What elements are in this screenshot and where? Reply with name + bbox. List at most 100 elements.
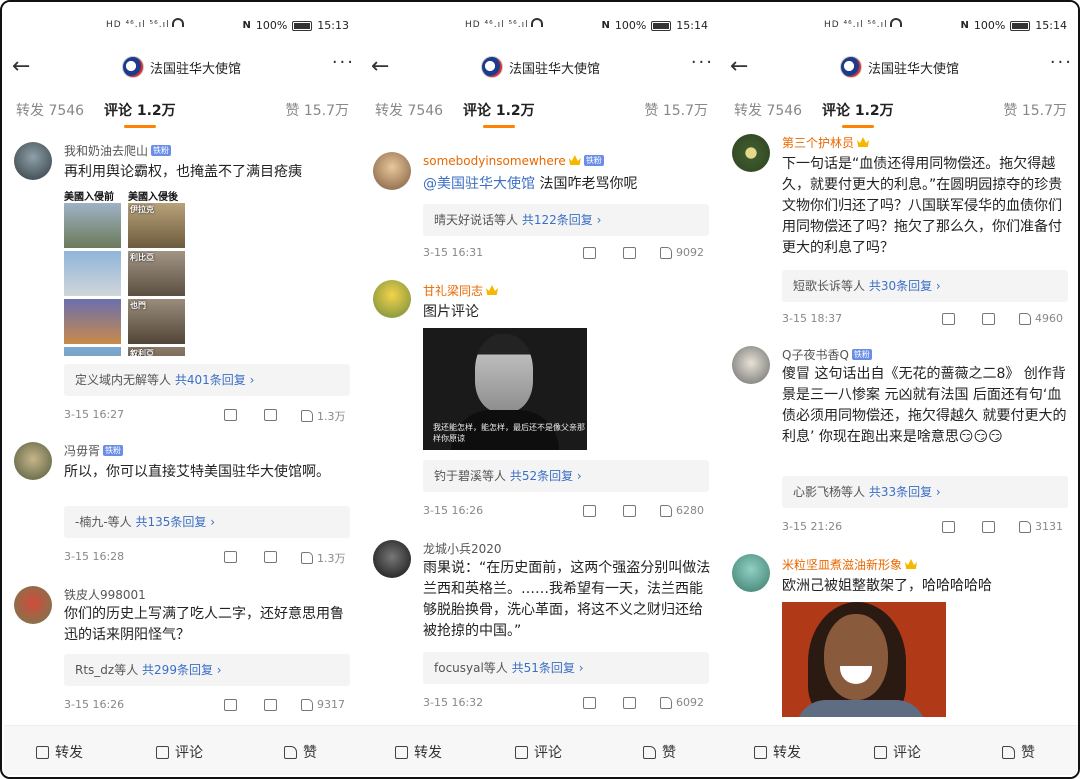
repost-button[interactable]: 转发 (36, 742, 83, 762)
back-arrow-icon[interactable]: ← (730, 52, 748, 82)
comment-image-laughing-woman[interactable] (782, 602, 946, 717)
tab-repost[interactable]: 转发 7546 (16, 100, 84, 120)
reply-icon[interactable] (264, 409, 277, 421)
more-options-icon[interactable]: ··· (691, 52, 714, 73)
repost-icon (395, 745, 408, 759)
comment-item: 米粒坚皿煮滋油新形象 欧洲己被姐整散架了，哈哈哈哈哈 (722, 554, 1078, 717)
more-options-icon[interactable]: ··· (332, 52, 355, 73)
comment-username[interactable]: 第三个护林员 (782, 134, 870, 151)
back-arrow-icon[interactable]: ← (371, 52, 389, 82)
avatar[interactable] (373, 152, 411, 190)
reply-icon[interactable] (264, 551, 277, 563)
share-icon[interactable] (583, 697, 596, 709)
account-header[interactable]: 法国驻华大使馆 (481, 56, 600, 78)
avatar[interactable] (732, 554, 770, 592)
tab-likes[interactable]: 赞 15.7万 (285, 100, 349, 120)
back-arrow-icon[interactable]: ← (12, 52, 30, 82)
post-tabs: 转发 7546 评论 1.2万 赞 15.7万 (4, 100, 363, 130)
share-icon[interactable] (942, 313, 955, 325)
bottom-action-bar: 转发 评论 赞 (4, 725, 363, 775)
account-name: 法国驻华大使馆 (868, 61, 960, 77)
avatar[interactable] (14, 586, 52, 624)
comment-username[interactable]: 米粒坚皿煮滋油新形象 (782, 556, 918, 573)
share-icon[interactable] (583, 505, 596, 517)
reply-summary[interactable]: Rts_dz等人 共299条回复 › (64, 654, 350, 686)
like-button[interactable]: 4960 (1019, 312, 1063, 325)
like-button[interactable]: 赞 (284, 742, 317, 762)
share-icon[interactable] (224, 409, 237, 421)
tab-comments[interactable]: 评论 1.2万 (822, 100, 894, 128)
avatar[interactable] (732, 134, 770, 172)
tab-repost[interactable]: 转发 7546 (375, 100, 443, 120)
tab-repost[interactable]: 转发 7546 (734, 100, 802, 120)
embassy-logo-icon (840, 56, 862, 78)
like-button[interactable]: 3131 (1019, 520, 1063, 533)
comment-image-portrait[interactable]: 我还能怎样，能怎样，最后还不是像父亲那样你原谅 (423, 328, 587, 450)
reply-icon[interactable] (982, 313, 995, 325)
comment-username[interactable]: 龙城小兵2020 (423, 540, 502, 557)
tab-comments[interactable]: 评论 1.2万 (104, 100, 176, 128)
comment-username[interactable]: somebodyinsomewhere 铁粉 (423, 154, 604, 168)
reply-icon[interactable] (623, 247, 636, 259)
thumbs-up-icon (1019, 312, 1031, 325)
avatar[interactable] (14, 142, 52, 180)
repost-button[interactable]: 转发 (395, 742, 442, 762)
share-icon[interactable] (224, 551, 237, 563)
post-tabs: 转发 7546 评论 1.2万 赞 15.7万 (722, 100, 1078, 130)
repost-button[interactable]: 转发 (754, 742, 801, 762)
comment-username[interactable]: 我和奶油去爬山 铁粉 (64, 142, 172, 159)
reply-summary[interactable]: 定义域内无解等人 共401条回复 › (64, 364, 350, 396)
reply-icon[interactable] (623, 697, 636, 709)
reply-summary[interactable]: focusyal等人 共51条回复 › (423, 652, 709, 684)
battery-icon (1010, 20, 1031, 31)
like-button[interactable]: 6280 (660, 504, 704, 517)
share-icon[interactable] (942, 521, 955, 533)
more-options-icon[interactable]: ··· (1050, 52, 1073, 73)
comment-meta: 3-15 16:27 1.3万 (64, 408, 353, 424)
avatar[interactable] (373, 280, 411, 318)
reply-summary[interactable]: 晴天好说话等人 共122条回复 › (423, 204, 709, 236)
account-header[interactable]: 法国驻华大使馆 (122, 56, 241, 78)
reply-icon[interactable] (982, 521, 995, 533)
like-button[interactable]: 赞 (643, 742, 676, 762)
tab-comments[interactable]: 评论 1.2万 (463, 100, 535, 128)
comment-button[interactable]: 评论 (874, 742, 921, 762)
like-button[interactable]: 9317 (301, 698, 345, 711)
like-button[interactable]: 9092 (660, 246, 704, 259)
like-button[interactable]: 1.3万 (301, 408, 346, 424)
portrait-face (475, 334, 533, 412)
tab-likes[interactable]: 赞 15.7万 (1003, 100, 1067, 120)
battery-percent: 100% (973, 19, 1006, 32)
comment-username[interactable]: 冯毋胥 铁粉 (64, 442, 124, 459)
comment-username[interactable]: Q子夜书香Q 铁粉 (782, 346, 872, 363)
reply-summary[interactable]: 钓于碧溪等人 共52条回复 › (423, 460, 709, 492)
comment-image-before-after[interactable]: 美國入侵前 美國入侵後 伊拉克 利比亞 也門 叙利亞 (64, 188, 190, 356)
comment-button[interactable]: 评论 (515, 742, 562, 762)
share-icon[interactable] (224, 699, 237, 711)
avatar[interactable] (14, 442, 52, 480)
comment-username[interactable]: 铁皮人998001 (64, 586, 146, 603)
comment-text: 傻冒 这句话出自《无花的蔷薇之二8》 创作背景是三一八惨案 元凶就有法国 后面还… (782, 366, 1067, 445)
reply-summary[interactable]: -楠九-等人 共135条回复 › (64, 506, 350, 538)
comment-meta: 3-15 18:37 4960 (782, 312, 1071, 328)
screenshot-frame: HD ⁴⁶.ıl ⁵⁶.ıl N 100% 15:13 ← 法国驻华大使馆 ··· … (0, 0, 1080, 779)
like-button[interactable]: 赞 (1002, 742, 1035, 762)
reply-icon[interactable] (623, 505, 636, 517)
comment-meta: 3-15 16:31 9092 (423, 246, 712, 262)
reply-icon[interactable] (264, 699, 277, 711)
tab-likes[interactable]: 赞 15.7万 (644, 100, 708, 120)
comment-button[interactable]: 评论 (156, 742, 203, 762)
avatar[interactable] (373, 540, 411, 578)
comment-meta: 3-15 16:32 6092 (423, 696, 712, 712)
comment-list: 第三个护林员 下一句话是“血债还得用同物偿还。拖欠得越久，就要付更大的利息。”在… (722, 130, 1078, 717)
share-icon[interactable] (583, 247, 596, 259)
reply-summary[interactable]: 心影飞杨等人 共33条回复 › (782, 476, 1068, 508)
avatar[interactable] (732, 346, 770, 384)
reply-summary[interactable]: 短歌长诉等人 共30条回复 › (782, 270, 1068, 302)
comment-username[interactable]: 甘礼梁同志 (423, 282, 499, 299)
photo-face (824, 614, 888, 700)
like-button[interactable]: 6092 (660, 696, 704, 709)
account-header[interactable]: 法国驻华大使馆 (840, 56, 959, 78)
like-button[interactable]: 1.3万 (301, 550, 346, 566)
mention-link[interactable]: @美国驻华大使馆 (423, 176, 535, 192)
